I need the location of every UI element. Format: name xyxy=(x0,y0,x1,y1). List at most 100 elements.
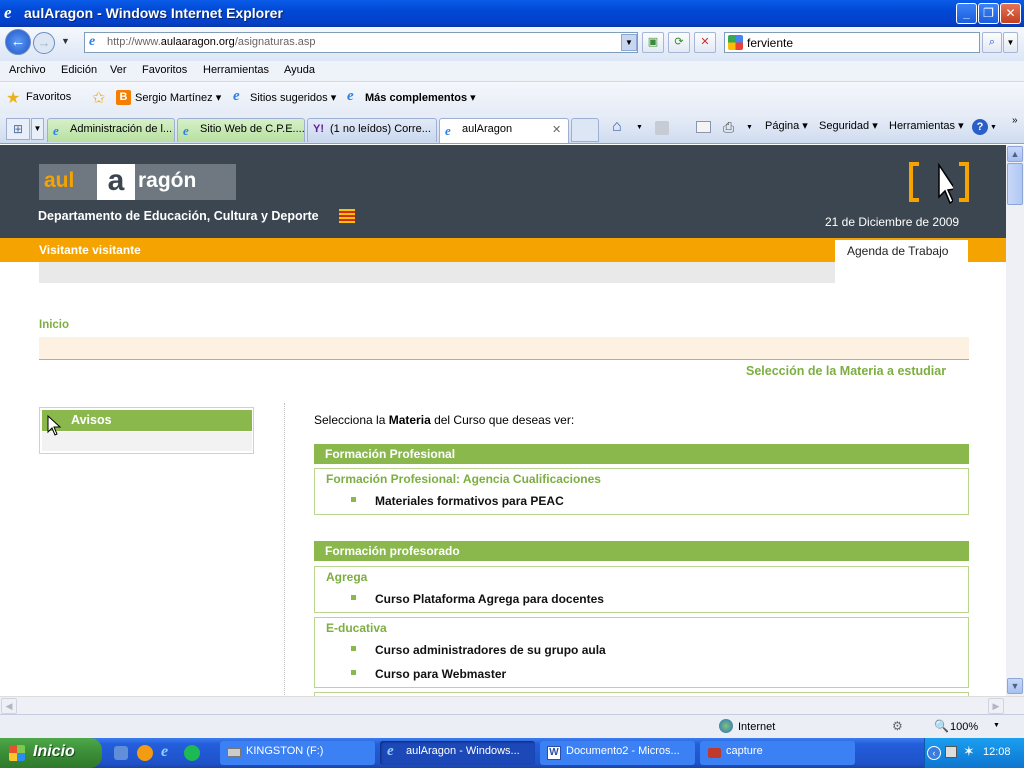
address-url[interactable]: http://www.aulaaragon.org/asignaturas.as… xyxy=(107,36,316,48)
course-item[interactable]: Materiales formativos para PEAC xyxy=(351,491,965,512)
menu-favoritos[interactable]: Favoritos xyxy=(142,64,187,76)
page-viewport: aul a ragón Departamento de Educación, C… xyxy=(0,145,1006,696)
add-favorites-icon[interactable]: ✩ xyxy=(92,88,105,108)
home-dropdown-icon[interactable]: ▼ xyxy=(636,124,643,131)
toolbar-overflow-icon[interactable]: » xyxy=(1012,115,1018,126)
tray-expand-icon[interactable]: ‹ xyxy=(927,746,941,760)
home-icon[interactable]: ⌂ xyxy=(612,118,622,136)
task-capture[interactable]: capture xyxy=(700,741,855,765)
tab-list-button[interactable]: ▼ xyxy=(31,118,44,140)
bracket-bottom-left xyxy=(909,198,919,202)
bullet-icon xyxy=(351,670,356,675)
zoom-icon[interactable]: 🔍 xyxy=(934,719,949,733)
back-button[interactable]: ← xyxy=(5,29,31,55)
favorite-mas-complementos[interactable]: Más complementos ▾ xyxy=(365,91,476,104)
stop-button[interactable]: ✕ xyxy=(694,32,716,53)
clock[interactable]: 12:08 xyxy=(983,746,1011,758)
scroll-left-button[interactable]: ◀ xyxy=(1,698,17,714)
spotify-icon[interactable] xyxy=(184,745,200,761)
task-kingston[interactable]: KINGSTON (F:) xyxy=(220,741,375,765)
command-seguridad[interactable]: Seguridad ▾ xyxy=(819,119,878,132)
start-button[interactable]: Inicio xyxy=(0,738,102,768)
menu-edicion[interactable]: Edición xyxy=(61,64,97,76)
forward-button[interactable]: → xyxy=(33,32,55,54)
media-player-icon[interactable] xyxy=(137,745,153,761)
minimize-button[interactable]: _ xyxy=(956,3,977,24)
command-herramientas[interactable]: Herramientas ▾ xyxy=(889,119,964,132)
close-button[interactable]: ✕ xyxy=(1000,3,1021,24)
scroll-thumb[interactable] xyxy=(1007,163,1023,205)
bullet-icon xyxy=(351,646,356,651)
help-icon[interactable]: ? xyxy=(972,119,988,135)
address-dropdown-button[interactable]: ▼ xyxy=(621,34,637,51)
course-link[interactable]: Curso administradores de su grupo aula xyxy=(375,643,606,657)
network-icon[interactable] xyxy=(945,746,957,758)
ie-logo-icon: e xyxy=(4,3,12,22)
search-box[interactable]: ferviente xyxy=(724,32,980,53)
course-item[interactable]: Curso para Webmaster xyxy=(351,664,965,685)
tray-star-icon[interactable]: ✶ xyxy=(963,743,975,760)
read-mail-icon[interactable] xyxy=(696,121,711,133)
course-link[interactable]: Materiales formativos para PEAC xyxy=(375,494,564,508)
more-addons-icon: e xyxy=(347,88,354,104)
course-item[interactable]: Curso administradores de su grupo aula xyxy=(351,640,965,661)
command-pagina[interactable]: Página ▾ xyxy=(765,119,808,132)
protected-mode-icon[interactable]: ⚙ xyxy=(892,719,903,733)
zoom-dropdown-icon[interactable]: ▼ xyxy=(993,722,1000,729)
favorite-sitios-sugeridos[interactable]: Sitios sugeridos ▾ xyxy=(250,91,336,104)
bracket-top-left xyxy=(909,162,919,166)
ie-quicklaunch-icon[interactable]: e xyxy=(161,743,168,761)
favorites-button[interactable]: Favoritos xyxy=(26,91,71,103)
menu-archivo[interactable]: Archivo xyxy=(9,64,46,76)
address-bar[interactable]: e http://www.aulaaragon.org/asignaturas.… xyxy=(84,32,638,53)
menu-herramientas[interactable]: Herramientas xyxy=(203,64,269,76)
compatibility-view-button[interactable]: ▣ xyxy=(642,32,664,53)
task-documento2[interactable]: W Documento2 - Micros... xyxy=(540,741,695,765)
horizontal-scrollbar[interactable]: ◀ ▶ xyxy=(0,696,1024,714)
print-icon[interactable]: ⎙ xyxy=(723,119,734,136)
logo-aul: aul xyxy=(44,169,75,192)
quick-tabs-button[interactable]: ⊞ xyxy=(6,118,30,140)
vertical-scrollbar[interactable]: ▲ ▼ xyxy=(1006,145,1024,696)
menu-ayuda[interactable]: Ayuda xyxy=(284,64,315,76)
tab-aularagon[interactable]: e aulAragon ✕ xyxy=(439,118,569,143)
history-dropdown-icon[interactable]: ▼ xyxy=(61,36,70,46)
help-dropdown-icon[interactable]: ▼ xyxy=(990,124,997,131)
favorite-sergio-martinez[interactable]: Sergio Martínez ▾ xyxy=(135,91,221,104)
quicklaunch-icon-1[interactable] xyxy=(114,746,128,760)
feeds-icon[interactable] xyxy=(655,121,669,135)
tab-ie-icon: e xyxy=(183,123,189,138)
camera-icon xyxy=(708,748,721,758)
menu-ver[interactable]: Ver xyxy=(110,64,127,76)
agenda-tab[interactable]: Agenda de Trabajo xyxy=(835,240,968,262)
course-link[interactable]: Curso para Webmaster xyxy=(375,667,506,681)
zoom-level[interactable]: 100% xyxy=(950,721,978,733)
group-agrega: Agrega Curso Plataforma Agrega para doce… xyxy=(314,566,969,613)
refresh-button[interactable]: ⟳ xyxy=(668,32,690,53)
scroll-up-button[interactable]: ▲ xyxy=(1007,146,1023,162)
breadcrumb-inicio[interactable]: Inicio xyxy=(39,319,69,331)
task-aularagon[interactable]: e aulAragon - Windows... xyxy=(380,741,535,765)
tab-bar: ⊞ ▼ e Administración de l... e Sitio Web d… xyxy=(0,114,1024,144)
tab-close-icon[interactable]: ✕ xyxy=(552,123,561,136)
agenda-tab-body xyxy=(835,262,968,283)
bullet-icon xyxy=(351,595,356,600)
new-tab-button[interactable] xyxy=(571,118,599,142)
tab-administracion[interactable]: e Administración de l... xyxy=(47,118,175,142)
scroll-down-button[interactable]: ▼ xyxy=(1007,678,1023,694)
search-button[interactable]: ⌕ xyxy=(982,32,1002,53)
scroll-right-button[interactable]: ▶ xyxy=(988,698,1004,714)
search-options-button[interactable]: ▼ xyxy=(1003,32,1018,53)
site-logo[interactable]: aul a ragón xyxy=(39,164,236,200)
tab-label: Sitio Web de C.P.E.... xyxy=(200,123,305,135)
avisos-header[interactable]: Avisos xyxy=(42,410,252,431)
course-link[interactable]: Curso Plataforma Agrega para docentes xyxy=(375,592,604,606)
print-dropdown-icon[interactable]: ▼ xyxy=(746,124,753,131)
search-input[interactable]: ferviente xyxy=(747,36,793,50)
course-item[interactable]: Curso Plataforma Agrega para docentes xyxy=(351,589,965,610)
tab-yahoo-mail[interactable]: Y! (1 no leídos) Corre... xyxy=(307,118,437,142)
maximize-button[interactable]: ❐ xyxy=(978,3,999,24)
tab-sitio-web-cpe[interactable]: e Sitio Web de C.P.E.... xyxy=(177,118,305,142)
avisos-panel: Avisos xyxy=(39,407,254,454)
page-section-title: Selección de la Materia a estudiar xyxy=(746,364,947,378)
